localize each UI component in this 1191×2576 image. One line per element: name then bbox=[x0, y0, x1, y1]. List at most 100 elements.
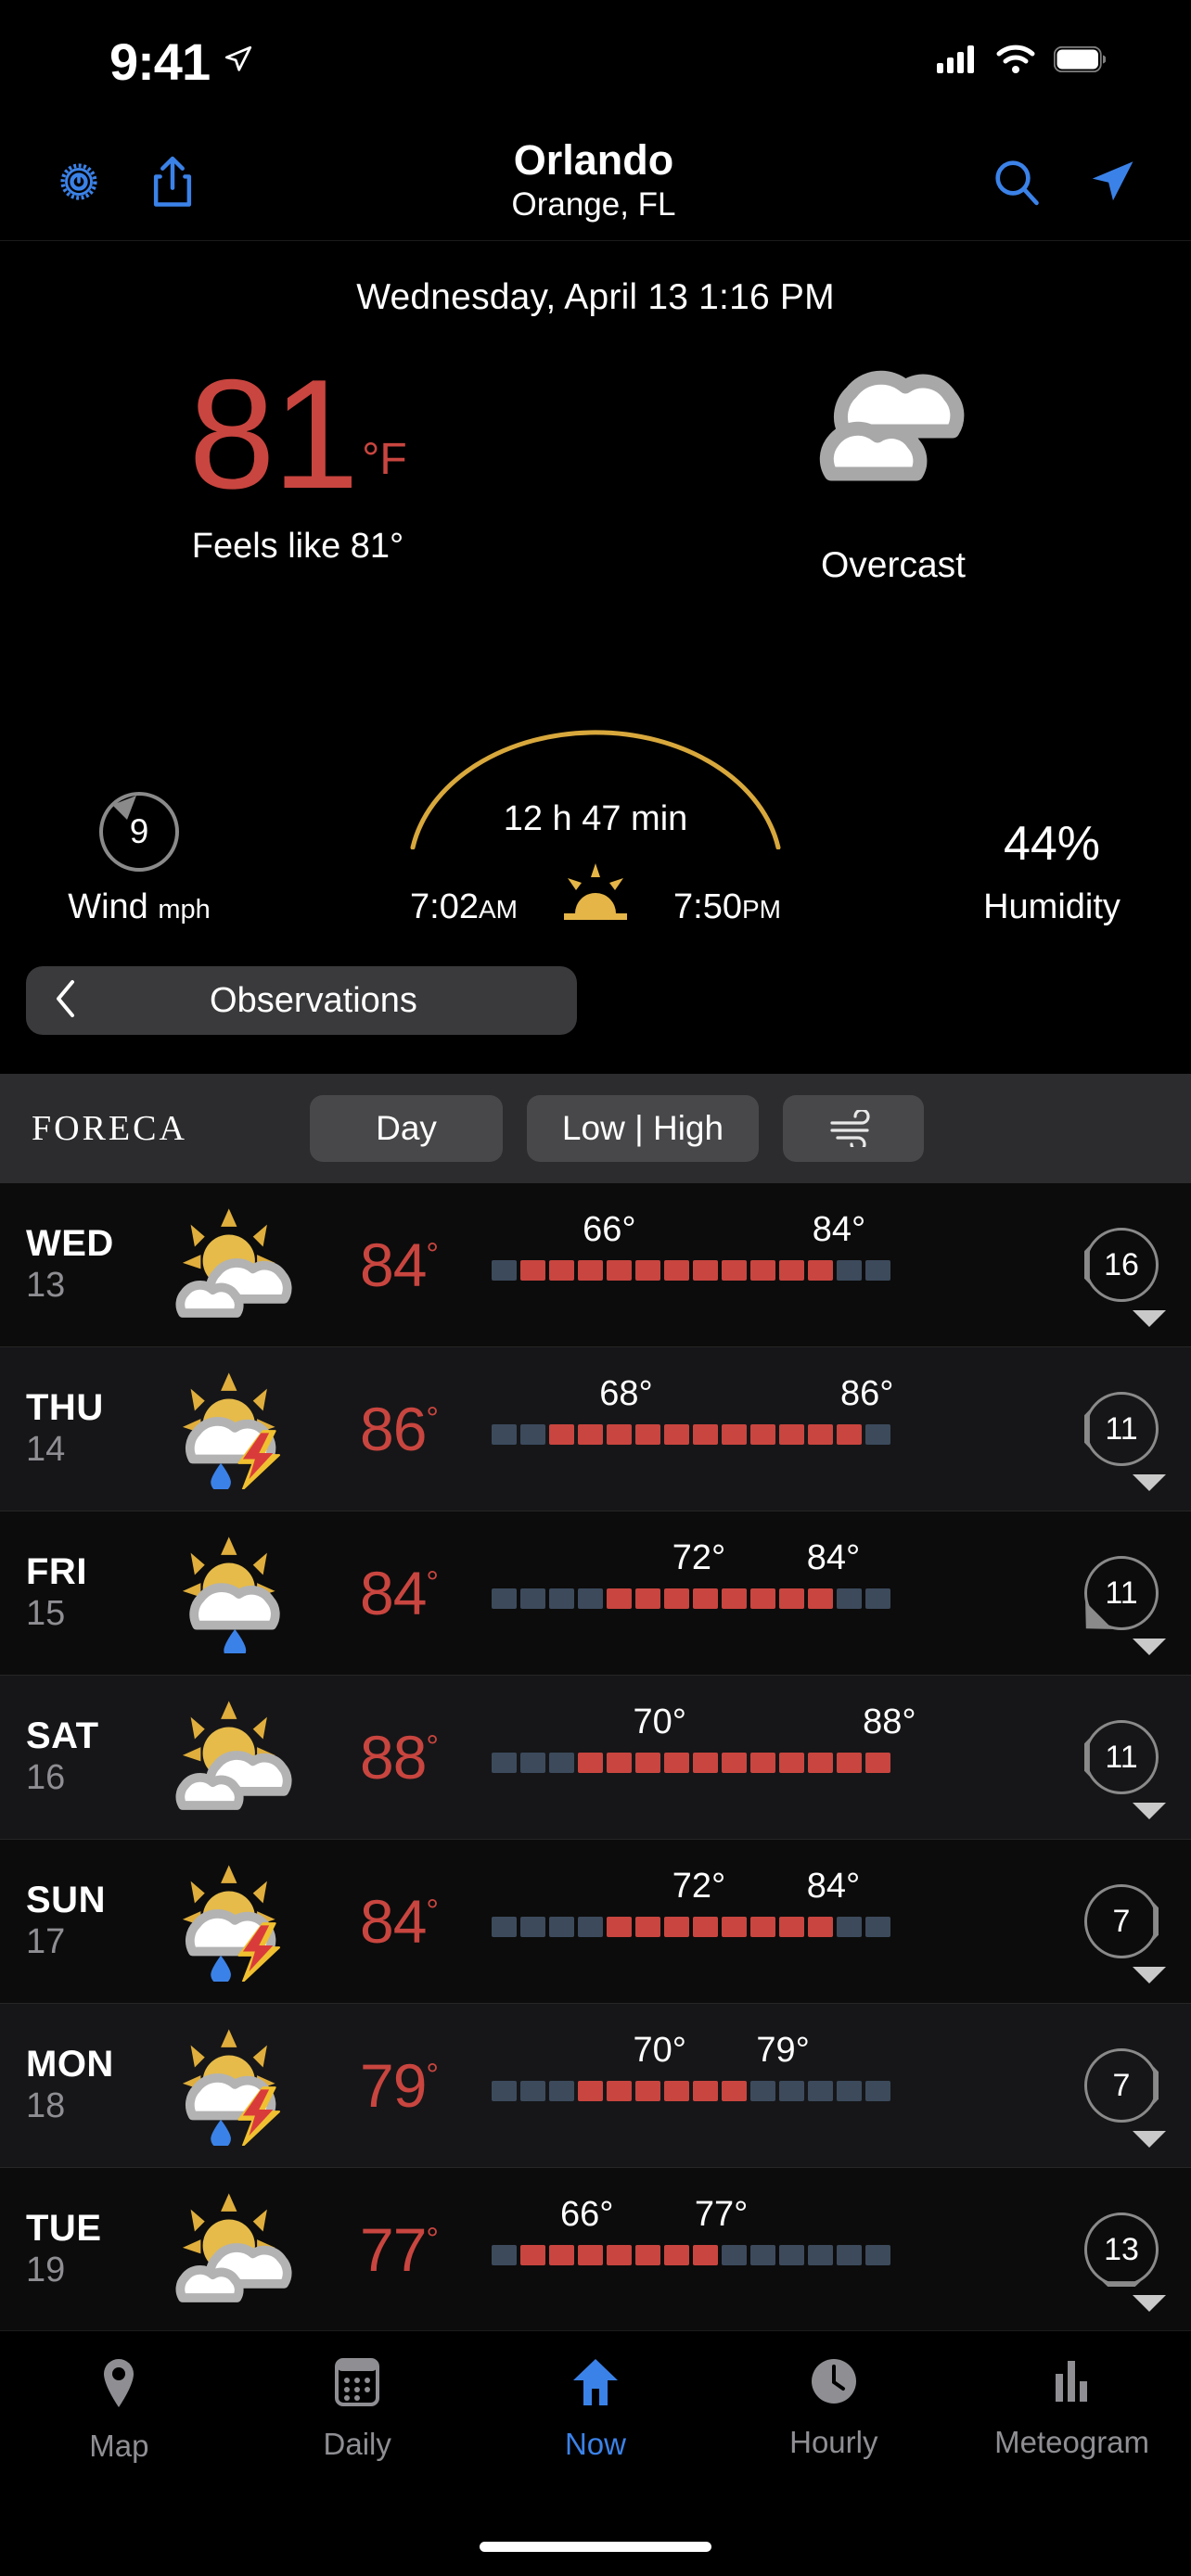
temp-range-segment bbox=[779, 2081, 804, 2101]
forecast-row[interactable]: SUN 17 84° 72° 84° 7 bbox=[0, 1840, 1191, 2004]
temp-range-segment bbox=[693, 1753, 718, 1773]
temp-range-segment bbox=[693, 2081, 718, 2101]
temp-range-segment bbox=[722, 2245, 747, 2265]
wind-label: Wind bbox=[68, 887, 148, 926]
temp-range-segment bbox=[549, 1753, 574, 1773]
forecast-range-labels: 72° 84° bbox=[492, 1538, 1052, 1581]
sun-metric: 12 h 47 min 7:02AM 7:50PM bbox=[278, 730, 913, 927]
chevron-down-icon[interactable] bbox=[1132, 1965, 1167, 1990]
forecast-temperature: 84° bbox=[359, 1231, 439, 1299]
forecast-day-block: SUN 17 bbox=[0, 1880, 158, 1963]
forecast-high-temp: 77° bbox=[694, 2195, 749, 2234]
forecast-low-temp: 68° bbox=[599, 1374, 653, 1413]
forecast-wind-value: 7 bbox=[1112, 2067, 1131, 2103]
forecast-low-temp: 66° bbox=[583, 1210, 636, 1249]
day-toggle-button[interactable]: Day bbox=[310, 1095, 503, 1162]
temp-range-segment bbox=[750, 2245, 775, 2265]
temp-range-segment bbox=[607, 1917, 632, 1937]
temp-range-segment bbox=[779, 1753, 804, 1773]
forecast-date: 17 bbox=[26, 1922, 66, 1962]
forecast-weekday: WED bbox=[26, 1223, 114, 1265]
forecast-row[interactable]: TUE 19 77° 66° 77° 13 bbox=[0, 2168, 1191, 2332]
tab-hourly[interactable]: Hourly bbox=[714, 2357, 953, 2460]
tab-map[interactable]: Map bbox=[0, 2357, 238, 2464]
chevron-down-icon[interactable] bbox=[1132, 1473, 1167, 1498]
forecast-wind: 11 bbox=[1052, 1556, 1191, 1630]
forecast-weekday: TUE bbox=[26, 2208, 102, 2250]
forecast-range-labels: 66° 84° bbox=[492, 1210, 1052, 1253]
temp-range-segment bbox=[607, 1753, 632, 1773]
temp-range-segment bbox=[492, 2245, 517, 2265]
temp-range-segment bbox=[693, 2245, 718, 2265]
forecast-low-temp: 72° bbox=[672, 1867, 726, 1906]
status-bar-left: 9:41 bbox=[109, 32, 254, 92]
temp-range-segment bbox=[520, 1424, 545, 1445]
forecast-row[interactable]: SAT 16 88° 70° 88° 11 bbox=[0, 1676, 1191, 1840]
share-icon[interactable] bbox=[148, 155, 197, 209]
sunrise-sunset-icon bbox=[560, 861, 631, 927]
forecast-range-bar: 66° 84° bbox=[492, 1205, 1052, 1325]
forecast-high-temp: 84° bbox=[812, 1210, 866, 1249]
forecast-row[interactable]: MON 18 79° 70° 79° 7 bbox=[0, 2004, 1191, 2168]
forecast-wind-value: 11 bbox=[1105, 1410, 1138, 1447]
forecast-row[interactable]: FRI 15 84° 72° 84° 11 bbox=[0, 1511, 1191, 1676]
temp-range-segment bbox=[837, 2081, 862, 2101]
tab-now[interactable]: Now bbox=[477, 2357, 715, 2462]
forecast-wind: 11 bbox=[1052, 1720, 1191, 1794]
current-conditions-panel: Wednesday, April 13 1:16 PM 81 °F Feels … bbox=[0, 242, 1191, 604]
forecast-row[interactable]: THU 14 86° 68° 86° 11 bbox=[0, 1347, 1191, 1511]
temp-range-segment bbox=[837, 1753, 862, 1773]
humidity-metric: 44% Humidity bbox=[913, 816, 1191, 927]
temp-range-segment bbox=[607, 2081, 632, 2101]
forecast-row[interactable]: WED 13 84° 66° 84° 16 bbox=[0, 1183, 1191, 1347]
forecast-range-segments bbox=[492, 1424, 890, 1445]
temp-range-segment bbox=[750, 2081, 775, 2101]
forecast-high-temp: 84° bbox=[806, 1538, 861, 1577]
metrics-row: 9 Wind mph 12 h 47 min 7:02AM 7:50PM 44%… bbox=[0, 730, 1191, 927]
chevron-down-icon[interactable] bbox=[1132, 1801, 1167, 1826]
temp-range-segment bbox=[865, 1260, 890, 1281]
temp-range-segment bbox=[808, 1424, 833, 1445]
temp-range-segment bbox=[578, 2081, 603, 2101]
temp-range-segment bbox=[865, 1424, 890, 1445]
chevron-down-icon[interactable] bbox=[1132, 1308, 1167, 1333]
forecast-weekday: SUN bbox=[26, 1880, 106, 1921]
temperature-line: 81 °F bbox=[188, 356, 407, 512]
wind-toggle-button[interactable] bbox=[783, 1095, 924, 1162]
status-bar: 9:41 bbox=[0, 0, 1191, 122]
chevron-left-icon[interactable] bbox=[54, 979, 78, 1023]
chevron-down-icon[interactable] bbox=[1132, 2129, 1167, 2154]
temp-range-segment bbox=[635, 2081, 660, 2101]
lowhigh-toggle-button[interactable]: Low | High bbox=[527, 1095, 759, 1162]
status-bar-right bbox=[937, 45, 1107, 79]
forecast-temperature: 79° bbox=[359, 2051, 439, 2120]
battery-icon bbox=[1053, 45, 1107, 77]
forecast-low-temp: 70° bbox=[633, 1702, 686, 1741]
forecast-range-segments bbox=[492, 2081, 890, 2101]
forecast-date: 15 bbox=[26, 1594, 66, 1634]
nav-left-group bbox=[52, 155, 197, 209]
gear-icon[interactable] bbox=[52, 155, 106, 209]
temp-range-segment bbox=[607, 1588, 632, 1609]
current-datetime: Wednesday, April 13 1:16 PM bbox=[356, 277, 835, 317]
search-icon[interactable] bbox=[991, 156, 1043, 208]
temp-range-segment bbox=[664, 1917, 689, 1937]
forecast-high-temp: 84° bbox=[806, 1867, 861, 1906]
forecast-wind-value: 16 bbox=[1104, 1246, 1139, 1282]
temp-range-segment bbox=[578, 1260, 603, 1281]
tab-daily[interactable]: Daily bbox=[238, 2357, 477, 2462]
chevron-down-icon[interactable] bbox=[1132, 2293, 1167, 2318]
sunset-period: PM bbox=[741, 895, 781, 924]
navigation-arrow-icon[interactable] bbox=[1085, 155, 1139, 209]
nav-title-block[interactable]: Orlando Orange, FL bbox=[197, 138, 991, 224]
temperature-unit: °F bbox=[362, 434, 407, 484]
tab-meteogram[interactable]: Meteogram bbox=[953, 2357, 1191, 2460]
temp-range-segment bbox=[865, 2245, 890, 2265]
chevron-down-icon[interactable] bbox=[1132, 1637, 1167, 1662]
temp-range-segment bbox=[664, 1424, 689, 1445]
observations-button[interactable]: Observations bbox=[26, 966, 577, 1035]
temp-range-segment bbox=[808, 1753, 833, 1773]
temp-range-segment bbox=[779, 1917, 804, 1937]
partly-cloudy-icon bbox=[158, 1697, 306, 1817]
forecast-wind-dial: 11 bbox=[1084, 1392, 1159, 1466]
